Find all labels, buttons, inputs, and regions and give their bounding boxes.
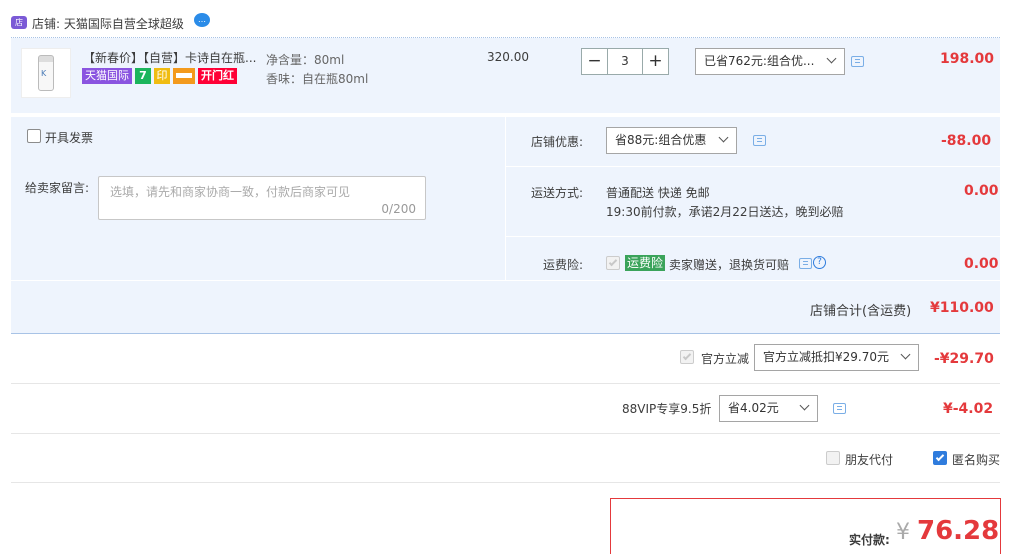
product-thumbnail[interactable]: K <box>21 48 71 98</box>
divider <box>11 383 1000 384</box>
official-discount-checkbox <box>680 350 694 364</box>
payment-currency: ¥ <box>896 520 910 545</box>
vip-amount: ¥-4.02 <box>943 401 994 417</box>
quantity-input[interactable]: 3 <box>608 48 642 75</box>
official-discount-select-value: 官方立减抵扣¥29.70元 <box>763 350 889 364</box>
decrease-button[interactable]: − <box>581 48 608 75</box>
unit-price: 320.00 <box>487 50 529 64</box>
spec-volume: 净含量：80ml <box>266 53 345 67</box>
guarantee-icon: 印 <box>154 68 170 84</box>
shop-discount-amount: -88.00 <box>941 133 992 149</box>
divider <box>506 236 1000 237</box>
tmall-global-tag: 天猫国际 <box>82 68 132 84</box>
message-icon[interactable] <box>851 56 864 67</box>
bottle-image: K <box>38 55 54 91</box>
shop-total-label: 店铺合计(含运费) <box>810 304 912 319</box>
increase-button[interactable]: + <box>642 48 669 75</box>
friend-pay-label: 朋友代付 <box>845 453 894 467</box>
vip-select-value: 省4.02元 <box>728 401 779 415</box>
check-mark <box>608 257 618 267</box>
item-subtotal: 198.00 <box>940 51 995 67</box>
product-title[interactable]: 【新春价】【自营】卡诗自在瓶... <box>83 49 263 66</box>
kaimenhong-tag: 开门红 <box>198 68 237 84</box>
vip-select[interactable]: 省4.02元 <box>719 395 818 422</box>
shipping-method: 普通配送 快递 免邮 <box>606 186 710 200</box>
card-icon <box>173 68 195 84</box>
product-tags: 天猫国际 7 印 开门红 <box>82 68 240 84</box>
help-icon[interactable]: ? <box>813 256 826 269</box>
invoice-checkbox[interactable] <box>27 129 41 143</box>
message-label: 给卖家留言: <box>25 181 90 195</box>
divider <box>11 482 1000 483</box>
insurance-checkbox <box>606 256 620 270</box>
anonymous-label: 匿名购买 <box>952 453 1001 467</box>
message-icon[interactable] <box>833 403 846 414</box>
anonymous-checkbox[interactable] <box>933 451 947 465</box>
official-discount-amount: -¥29.70 <box>934 351 994 367</box>
shop-discount-label: 店铺优惠: <box>531 135 584 149</box>
check-mark <box>935 452 945 462</box>
chevron-down-icon <box>900 349 911 360</box>
shop-discount-select-value: 省88元:组合优惠 <box>615 133 707 147</box>
vip-label: 88VIP专享9.5折 <box>622 402 712 416</box>
shop-discount-select[interactable]: 省88元:组合优惠 <box>606 127 737 154</box>
chevron-down-icon <box>826 53 837 64</box>
official-discount-label: 官方立减 <box>701 352 750 366</box>
spec-scent: 香味：自在瓶80ml <box>266 72 369 86</box>
shop-label: 店铺: 天猫国际自营全球超级 <box>32 15 184 32</box>
message-counter: 0/200 <box>381 202 416 216</box>
shop-icon: 店 <box>11 16 27 29</box>
shop-label-text: 店铺: <box>32 17 61 31</box>
insurance-amount: 0.00 <box>964 256 999 272</box>
divider <box>11 433 1000 434</box>
divider <box>506 166 1000 167</box>
insurance-badge: 运费险 <box>625 255 666 271</box>
chevron-down-icon <box>799 400 810 411</box>
shipping-promise: 19:30前付款，承诺2月22日送达，晚到必赔 <box>606 205 844 219</box>
seven-day-return-icon: 7 <box>135 68 151 84</box>
shipping-label: 运送方式: <box>531 186 584 200</box>
insurance-desc: 卖家赠送，退换货可赔 <box>669 258 790 272</box>
shop-name-link[interactable]: 天猫国际自营全球超级 <box>64 17 184 31</box>
check-mark <box>682 351 692 361</box>
item-promo-select[interactable]: 已省762元:组合优... <box>695 48 845 75</box>
payment-label: 实付款: <box>849 533 890 547</box>
payment-amount: 76.28 <box>917 516 1000 546</box>
item-promo-select-value: 已省762元:组合优... <box>704 54 815 68</box>
message-icon[interactable] <box>753 135 766 146</box>
shipping-amount: 0.00 <box>964 183 999 199</box>
message-icon[interactable] <box>799 258 812 269</box>
chat-bubble-icon[interactable]: … <box>194 13 210 27</box>
friend-pay-checkbox[interactable] <box>826 451 840 465</box>
insurance-label: 运费险: <box>543 258 584 272</box>
quantity-stepper: − 3 + <box>581 48 669 75</box>
chevron-down-icon <box>718 132 729 143</box>
message-placeholder: 选填，请先和商家协商一致，付款后商家可见 <box>110 185 351 199</box>
official-discount-select[interactable]: 官方立减抵扣¥29.70元 <box>754 344 919 371</box>
invoice-label: 开具发票 <box>45 131 94 145</box>
shop-total-amount: ¥110.00 <box>930 300 994 316</box>
seller-message-textarea[interactable]: 选填，请先和商家协商一致，付款后商家可见 0/200 <box>98 176 426 220</box>
